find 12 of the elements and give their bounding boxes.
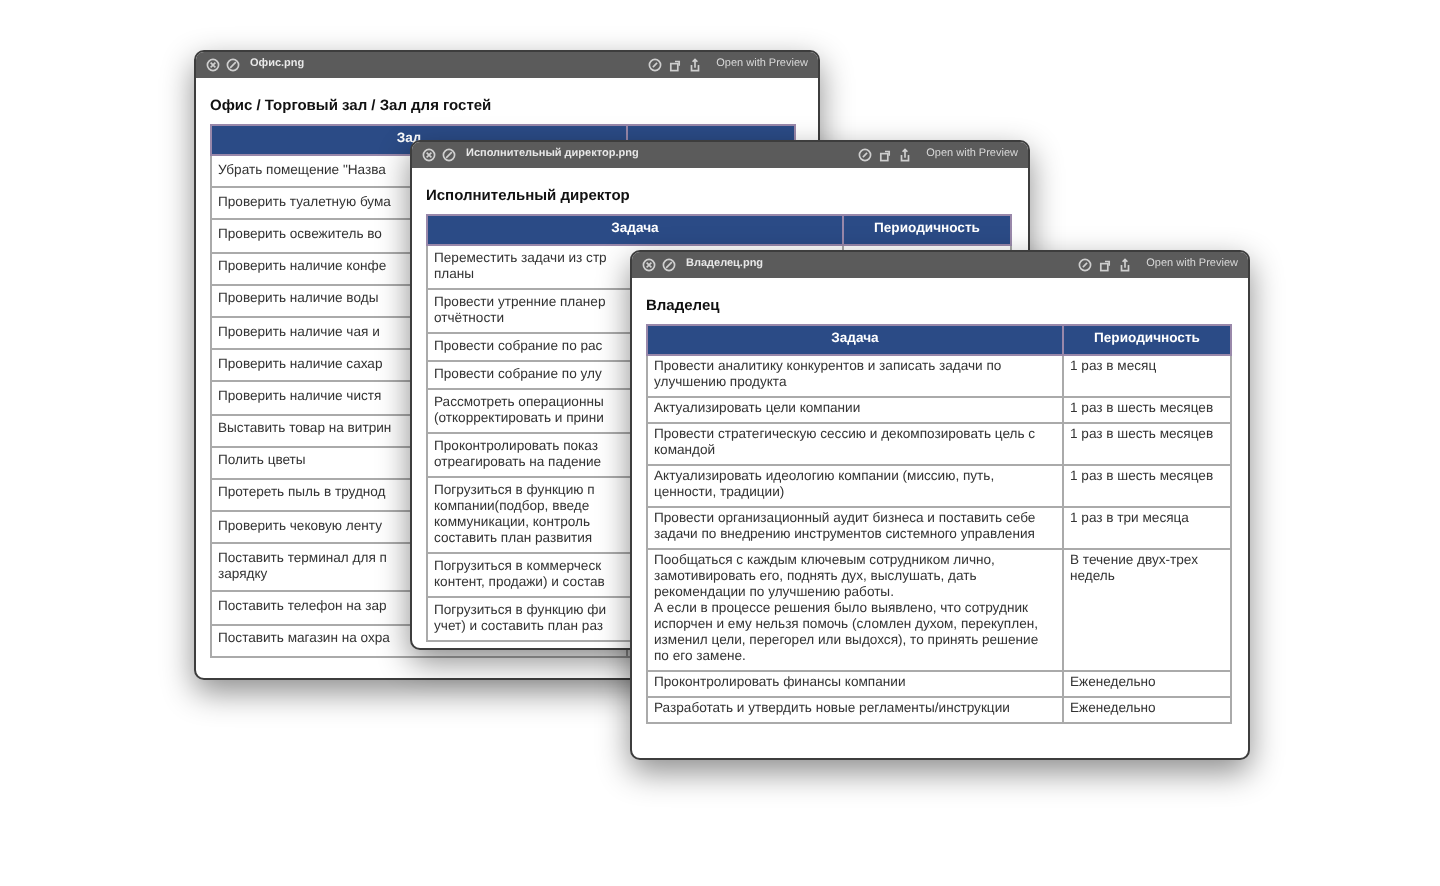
markup-icon[interactable]: [648, 58, 663, 72]
share-icon[interactable]: [1118, 258, 1133, 272]
rotate-icon[interactable]: [1098, 258, 1113, 272]
close-icon[interactable]: [422, 148, 436, 162]
close-icon[interactable]: [642, 258, 656, 272]
close-icon[interactable]: [206, 58, 220, 72]
markup-icon[interactable]: [1078, 258, 1093, 272]
share-icon[interactable]: [688, 58, 703, 72]
rotate-icon[interactable]: [878, 148, 893, 162]
share-icon[interactable]: [898, 148, 913, 162]
rotate-icon[interactable]: [668, 58, 683, 72]
markup-icon[interactable]: [858, 148, 873, 162]
